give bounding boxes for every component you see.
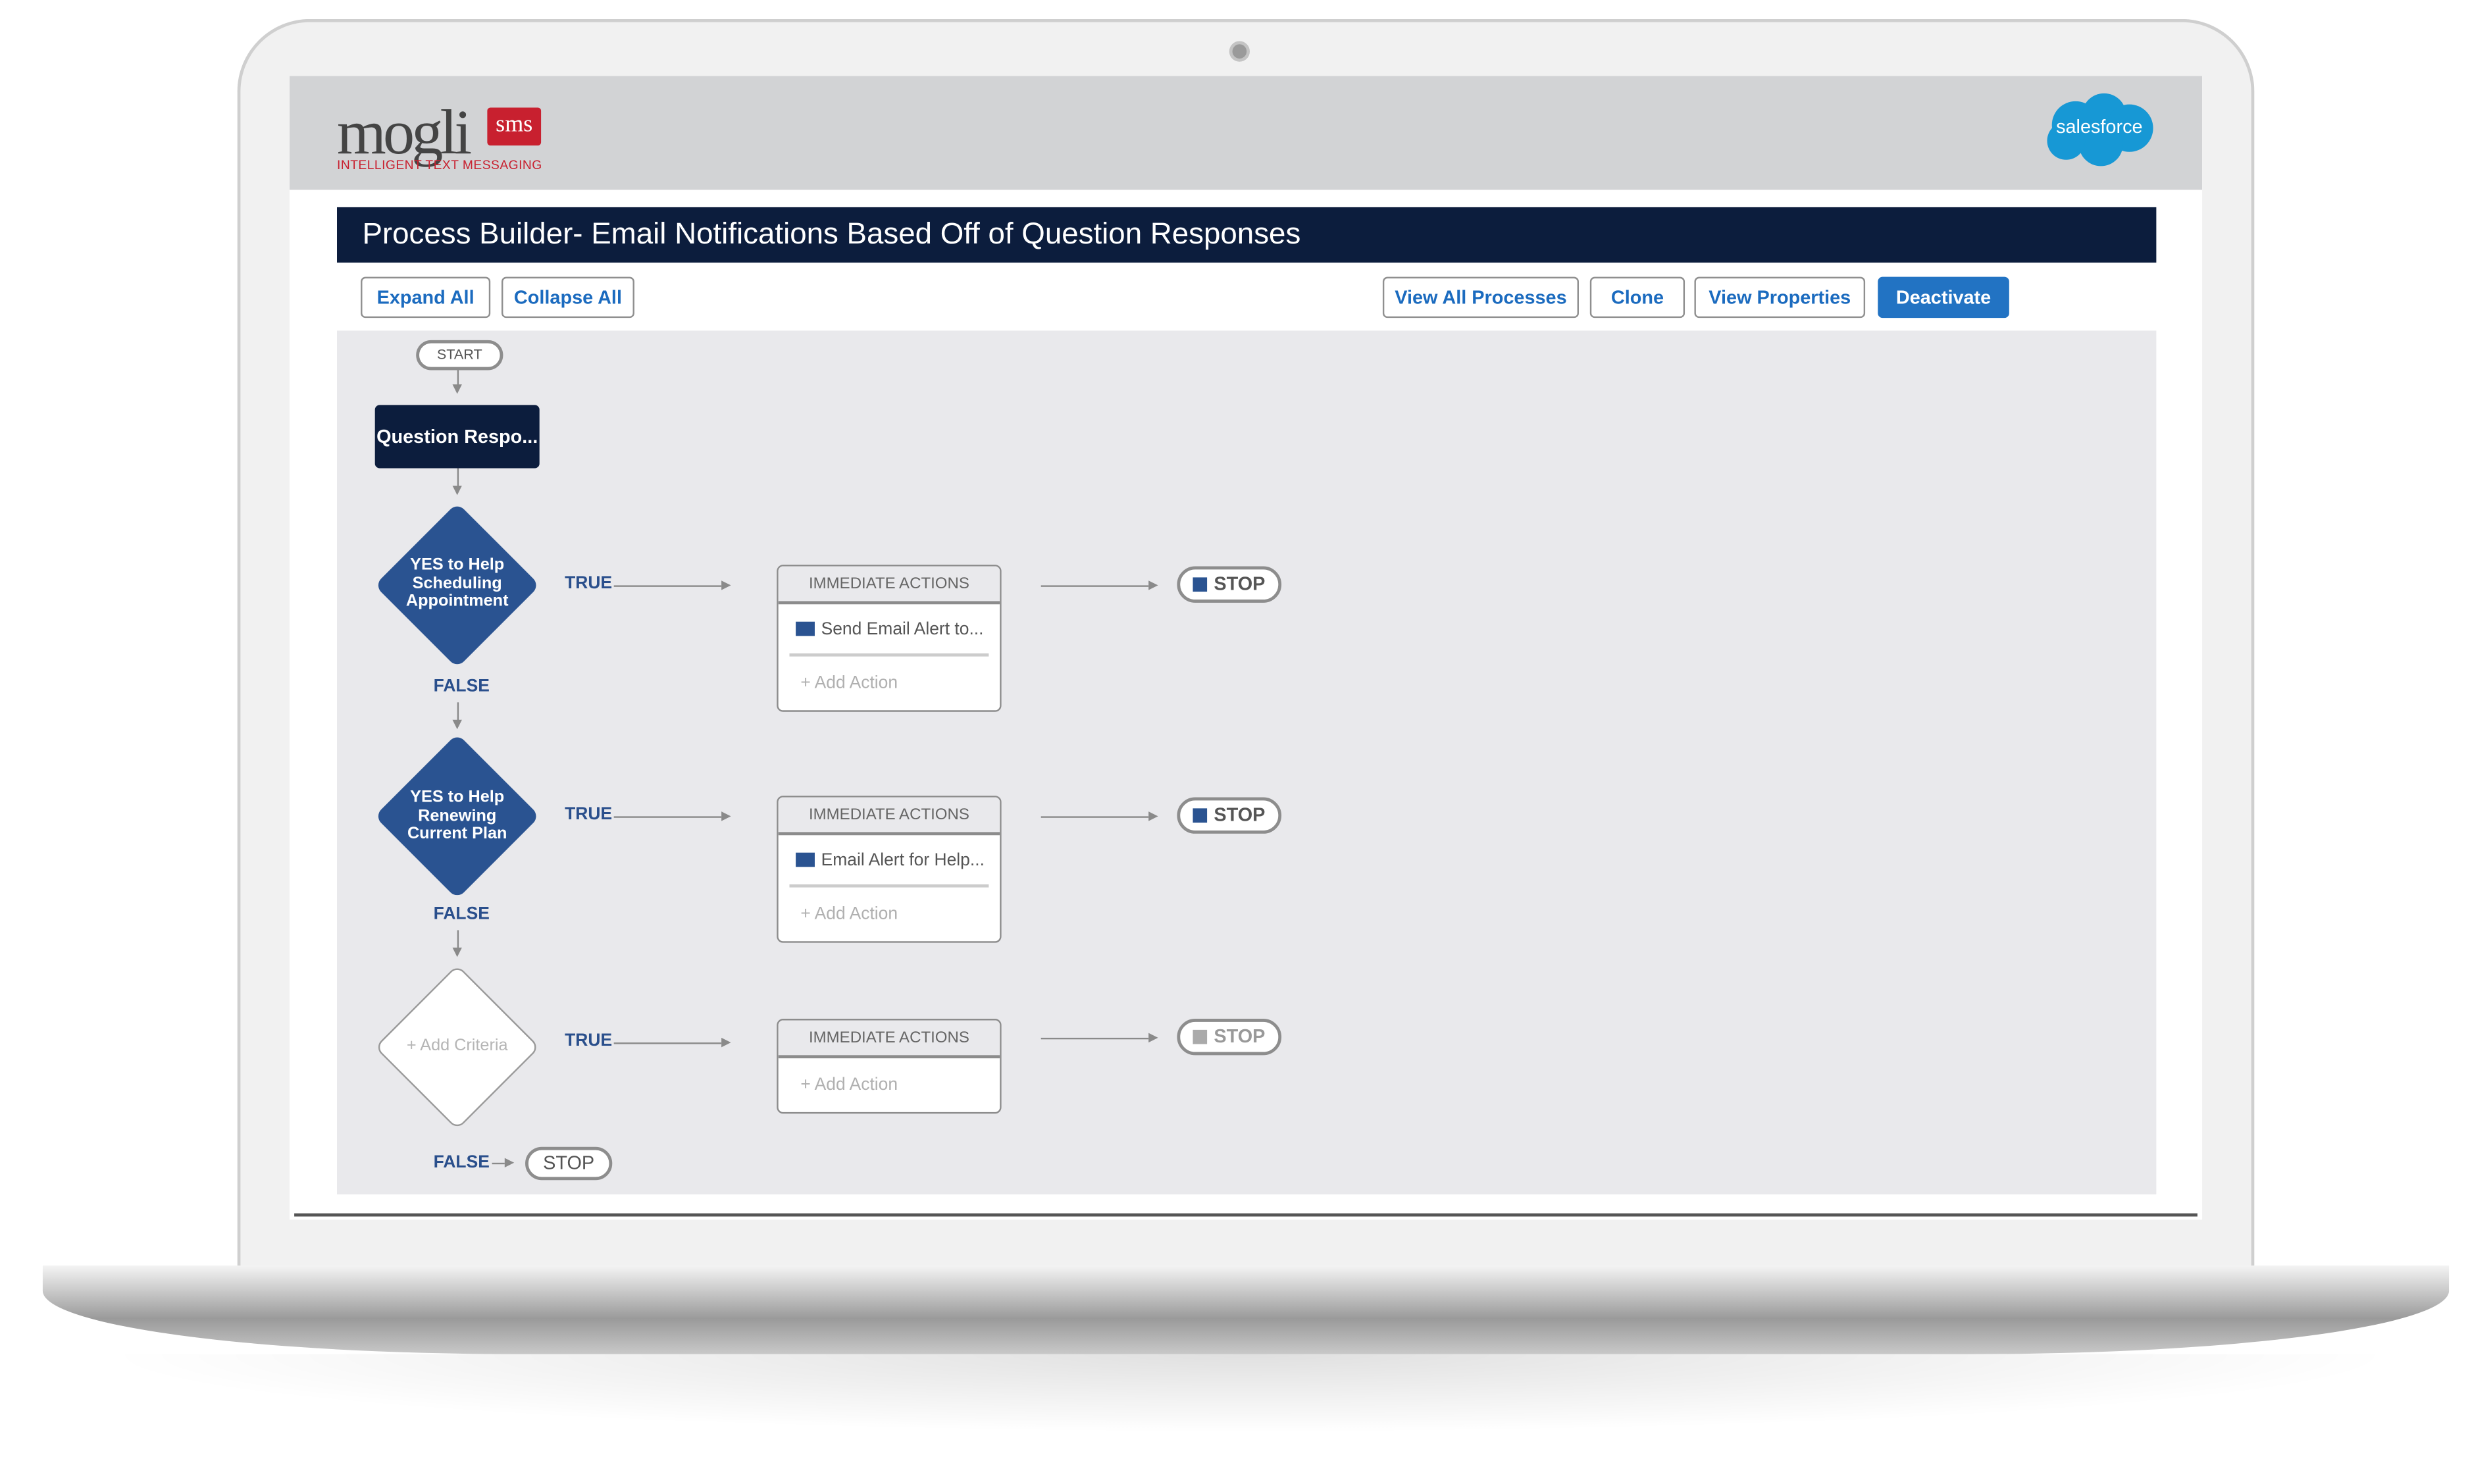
screen: mogli sms INTELLIGENT TEXT MESSAGING sal… (289, 76, 2203, 1220)
screen-divider (294, 1213, 2198, 1217)
expand-all-button[interactable]: Expand All (361, 276, 491, 319)
collapse-all-button[interactable]: Collapse All (501, 276, 634, 319)
action-label: Send Email Alert to... (821, 620, 984, 640)
add-action-label: Add Action (814, 674, 898, 693)
add-criteria-label[interactable]: + Add Criteria (386, 1036, 528, 1056)
page-title: Process Builder- Email Notifications Bas… (337, 207, 2157, 263)
view-properties-button[interactable]: View Properties (1694, 276, 1866, 319)
true-label: TRUE (565, 574, 613, 594)
laptop-mockup: mogli sms INTELLIGENT TEXT MESSAGING sal… (0, 0, 2468, 1484)
stop-label: STOP (1214, 1025, 1266, 1048)
false-label: FALSE (433, 677, 490, 696)
start-node: START (416, 340, 503, 371)
final-stop-node: STOP (525, 1146, 613, 1181)
laptop-shadow (95, 1354, 2405, 1433)
logo-tagline: INTELLIGENT TEXT MESSAGING (337, 158, 542, 173)
view-all-processes-button[interactable]: View All Processes (1382, 276, 1579, 319)
criteria-label: YES to Help Scheduling Appointment (405, 555, 509, 611)
immediate-actions-box: IMMEDIATE ACTIONS Send Email Alert to...… (777, 565, 1002, 712)
salesforce-logo-text: salesforce (2056, 115, 2143, 138)
actions-header: IMMEDIATE ACTIONS (778, 797, 1000, 836)
false-label: FALSE (433, 904, 490, 924)
stop-label: STOP (1214, 573, 1266, 595)
add-criteria-text: Add Criteria (420, 1036, 508, 1056)
app-header: mogli sms INTELLIGENT TEXT MESSAGING sal… (289, 76, 2203, 190)
stop-node: STOP (1177, 566, 1282, 603)
stop-icon (1193, 577, 1208, 592)
stop-icon (1193, 1029, 1208, 1044)
add-action-button[interactable]: + Add Action (779, 1058, 1000, 1112)
laptop-base (42, 1266, 2450, 1354)
clone-button[interactable]: Clone (1589, 276, 1685, 319)
true-label: TRUE (565, 805, 613, 825)
sms-badge: sms (487, 107, 542, 146)
add-action-label: Add Action (814, 1075, 898, 1095)
stop-icon (1193, 808, 1208, 823)
true-label: TRUE (565, 1031, 613, 1051)
add-action-button[interactable]: + Add Action (779, 888, 1000, 942)
stop-node: STOP (1177, 1019, 1282, 1056)
deactivate-button[interactable]: Deactivate (1878, 276, 2009, 319)
actions-header: IMMEDIATE ACTIONS (778, 566, 1000, 605)
add-action-button[interactable]: + Add Action (779, 657, 1000, 711)
email-alert-action[interactable]: Email Alert for Help... (789, 835, 989, 888)
object-node[interactable]: Question Respo... (374, 405, 540, 469)
stop-label: STOP (1214, 804, 1266, 826)
process-canvas: START Question Respo... YES to Help Sche… (337, 330, 2157, 1194)
actions-header: IMMEDIATE ACTIONS (778, 1020, 1000, 1059)
immediate-actions-box: IMMEDIATE ACTIONS Email Alert for Help..… (777, 796, 1002, 943)
criteria-label: YES to Help Renewing Current Plan (407, 788, 507, 844)
add-action-label: Add Action (814, 904, 898, 924)
false-label: FALSE (433, 1153, 490, 1173)
envelope-icon (796, 852, 815, 867)
immediate-actions-box: IMMEDIATE ACTIONS + Add Action (777, 1019, 1002, 1114)
action-label: Email Alert for Help... (821, 851, 985, 871)
envelope-icon (796, 621, 815, 636)
camera-icon (1229, 41, 1250, 62)
email-alert-action[interactable]: Send Email Alert to... (789, 604, 989, 657)
stop-node: STOP (1177, 797, 1282, 834)
